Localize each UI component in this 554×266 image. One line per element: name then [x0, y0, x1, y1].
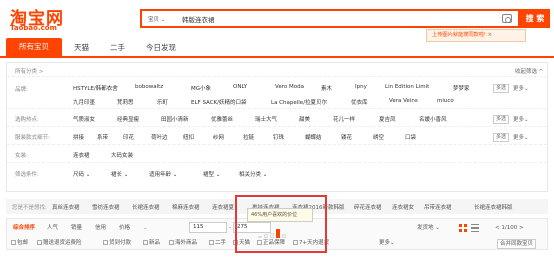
main-tabs: 所有宝贝 天猫 二手 今日发现 [0, 38, 554, 58]
search-input[interactable]: 韩版连衣裙 [182, 14, 215, 24]
women-item[interactable]: 大码女装 [111, 151, 133, 159]
detail-item[interactable]: 荷叶边 [151, 133, 168, 141]
sort-default[interactable]: 综合排序 [13, 222, 35, 234]
detail-item[interactable]: 纽扣 [183, 133, 194, 141]
search-button[interactable]: 搜 索 [520, 9, 550, 28]
sort-price[interactable]: 价格 [119, 222, 130, 234]
sort-popularity[interactable]: 人气 [47, 222, 58, 234]
related-item[interactable]: 连衣裙夏 [212, 203, 234, 211]
pagination[interactable]: < 1/100 > [495, 222, 524, 234]
brand-item[interactable]: 梦梦家 [453, 84, 470, 92]
brand-item[interactable]: bobowaltz [135, 84, 163, 90]
merge-same-items-button[interactable]: 合并同款宝贝 [497, 239, 537, 249]
detail-more-button[interactable]: 更多⌄ [513, 133, 529, 141]
skirt-type-dropdown[interactable]: 裙型 ⌄ [203, 170, 220, 178]
detail-row: 服装款式细节: 拼接 系带 印花 荷叶边 纽扣 纱网 拉链 钉珠 蝴蝶结 镂花 … [7, 127, 547, 145]
list-view-icon[interactable] [471, 224, 479, 232]
detail-item[interactable]: 蝴蝶结 [305, 133, 322, 141]
grid-view-icon[interactable] [459, 224, 467, 232]
tab-second-hand[interactable]: 二手 [110, 41, 125, 55]
women-row: 女装: 连衣裙 大码女装 [7, 145, 547, 163]
brand-item[interactable]: 梵莉思 [117, 98, 134, 106]
brand-more-button[interactable]: 更多⌄ [513, 84, 529, 92]
brand-item[interactable]: ONLY [233, 84, 247, 90]
brand-item[interactable]: Vero Moda [275, 84, 304, 90]
brand-item[interactable]: Ipny [355, 84, 367, 90]
detail-item[interactable]: 镂花 [341, 133, 352, 141]
brand-item[interactable]: 乐町 [157, 98, 168, 106]
sort-sales[interactable]: 销量 [71, 222, 82, 234]
detail-item[interactable]: 拉链 [243, 133, 254, 141]
brand-item[interactable]: Vera Veins [389, 98, 418, 104]
detail-item[interactable]: 钉珠 [273, 133, 284, 141]
related-item[interactable]: 长裙连衣裙韩版 [474, 203, 513, 211]
filter-checkbox[interactable]: 二手 [209, 239, 226, 247]
price-min-input[interactable]: 115 [189, 222, 227, 233]
hot-item[interactable]: 夏吉凤 [379, 115, 396, 123]
tab-discover[interactable]: 今日发现 [146, 41, 176, 55]
brand-item[interactable]: 素木 [321, 84, 332, 92]
brand-row: 品牌: HSTYLE/韩都衣舍 bobowaltz MG小象 ONLY Vero… [7, 77, 547, 109]
detail-item[interactable]: 印花 [123, 133, 134, 141]
detail-item[interactable]: 绣空 [373, 133, 384, 141]
detail-item[interactable]: 系带 [97, 133, 108, 141]
skirt-length-dropdown[interactable]: 裙长 ⌄ [111, 170, 128, 178]
related-item[interactable]: 棉麻连衣裙 [172, 203, 200, 211]
more-filters-button[interactable]: 更多⌄ [379, 239, 395, 247]
detail-item[interactable]: 纱网 [213, 133, 224, 141]
brand-item[interactable]: La Chapelle/拉夏贝尔 [271, 98, 327, 106]
brand-item[interactable]: 九月印墨 [73, 98, 95, 106]
hot-item[interactable]: 瑞士大气 [255, 115, 277, 123]
collapse-filters-button[interactable]: 收起筛选 ^ [515, 67, 543, 75]
brand-item[interactable]: 优衣库 [351, 98, 368, 106]
related-item[interactable]: 真丝连衣裙 [52, 203, 80, 211]
brand-item[interactable]: HSTYLE/韩都衣舍 [73, 84, 118, 92]
age-dropdown[interactable]: 适用年龄 ⌄ [149, 170, 177, 178]
hot-item[interactable]: 经典显瘦 [117, 115, 139, 123]
filter-checkbox[interactable]: 新品 [143, 239, 160, 247]
related-item[interactable]: 碎花连衣裙 [354, 203, 382, 211]
hot-item[interactable]: 甜美 [299, 115, 310, 123]
brand-item[interactable]: ELF SACK/妖精的口袋 [191, 98, 247, 106]
filter-checkbox[interactable]: 赠送退货运费险 [37, 239, 82, 247]
size-dropdown[interactable]: 尺码 ⌄ [73, 170, 90, 178]
tab-all[interactable]: 所有宝贝 [6, 38, 62, 56]
related-item[interactable]: 雪纺连衣裙 [92, 203, 120, 211]
taobao-logo-en: Taobao.com [10, 24, 57, 32]
related-category-dropdown[interactable]: 相关分类 ⌄ [239, 170, 267, 178]
filter-checkbox[interactable]: 包邮 [11, 239, 28, 247]
hot-item[interactable]: 花儿一样 [333, 115, 355, 123]
camera-icon[interactable] [502, 14, 512, 23]
related-item[interactable]: 长裙连衣裙 [132, 203, 160, 211]
search-box[interactable]: 宝贝 ⌄ 韩版连衣裙 [140, 9, 520, 28]
related-item[interactable]: 连衣裙女 [392, 203, 414, 211]
filter-checkbox[interactable]: 海外商品 [169, 239, 197, 247]
filter-checkbox[interactable]: 货到付款 [103, 239, 131, 247]
hot-multi-select[interactable]: 多选 [493, 115, 510, 124]
hot-item[interactable]: 名媛小香风 [419, 115, 447, 123]
condition-row: 筛选条件: 尺码 ⌄ 裙长 ⌄ 适用年龄 ⌄ 裙型 ⌄ 相关分类 ⌄ [15, 170, 268, 178]
filter-panel: 所有分类 > 收起筛选 ^ 品牌: HSTYLE/韩都衣舍 bobowaltz … [6, 62, 548, 192]
search-scope-select[interactable]: 宝贝 ⌄ [148, 15, 165, 23]
highlight-box [235, 195, 327, 253]
brand-item[interactable]: Lin Edition Limit [385, 84, 429, 90]
detail-item[interactable]: 拼接 [73, 133, 84, 141]
hot-item[interactable]: 优雅蕾丝 [211, 115, 233, 123]
hot-row: 选购热点: 气质淑女 经典显瘦 田园小清新 优雅蕾丝 瑞士大气 甜美 花儿一样 … [7, 109, 547, 127]
women-item[interactable]: 连衣裙 [73, 151, 90, 159]
hot-more-button[interactable]: 更多⌄ [513, 115, 529, 123]
tab-tmall[interactable]: 天猫 [74, 41, 89, 55]
brand-item[interactable]: miuco [437, 98, 454, 104]
detail-item[interactable]: 口袋 [405, 133, 416, 141]
hot-item[interactable]: 气质淑女 [73, 115, 95, 123]
related-item[interactable]: 吊带连衣裙 [424, 203, 452, 211]
hot-item[interactable]: 田园小清新 [161, 115, 189, 123]
brand-item[interactable]: MG小象 [191, 84, 211, 92]
ship-from-dropdown[interactable]: 发货地 ⌄ [417, 222, 440, 234]
sort-credit[interactable]: 信用 [95, 222, 106, 234]
brand-multi-select[interactable]: 多选 [493, 84, 510, 93]
detail-multi-select[interactable]: 多选 [493, 133, 510, 142]
category-breadcrumb[interactable]: 所有分类 > [15, 67, 43, 75]
chevron-down-icon[interactable]: ⌄ [143, 222, 148, 234]
